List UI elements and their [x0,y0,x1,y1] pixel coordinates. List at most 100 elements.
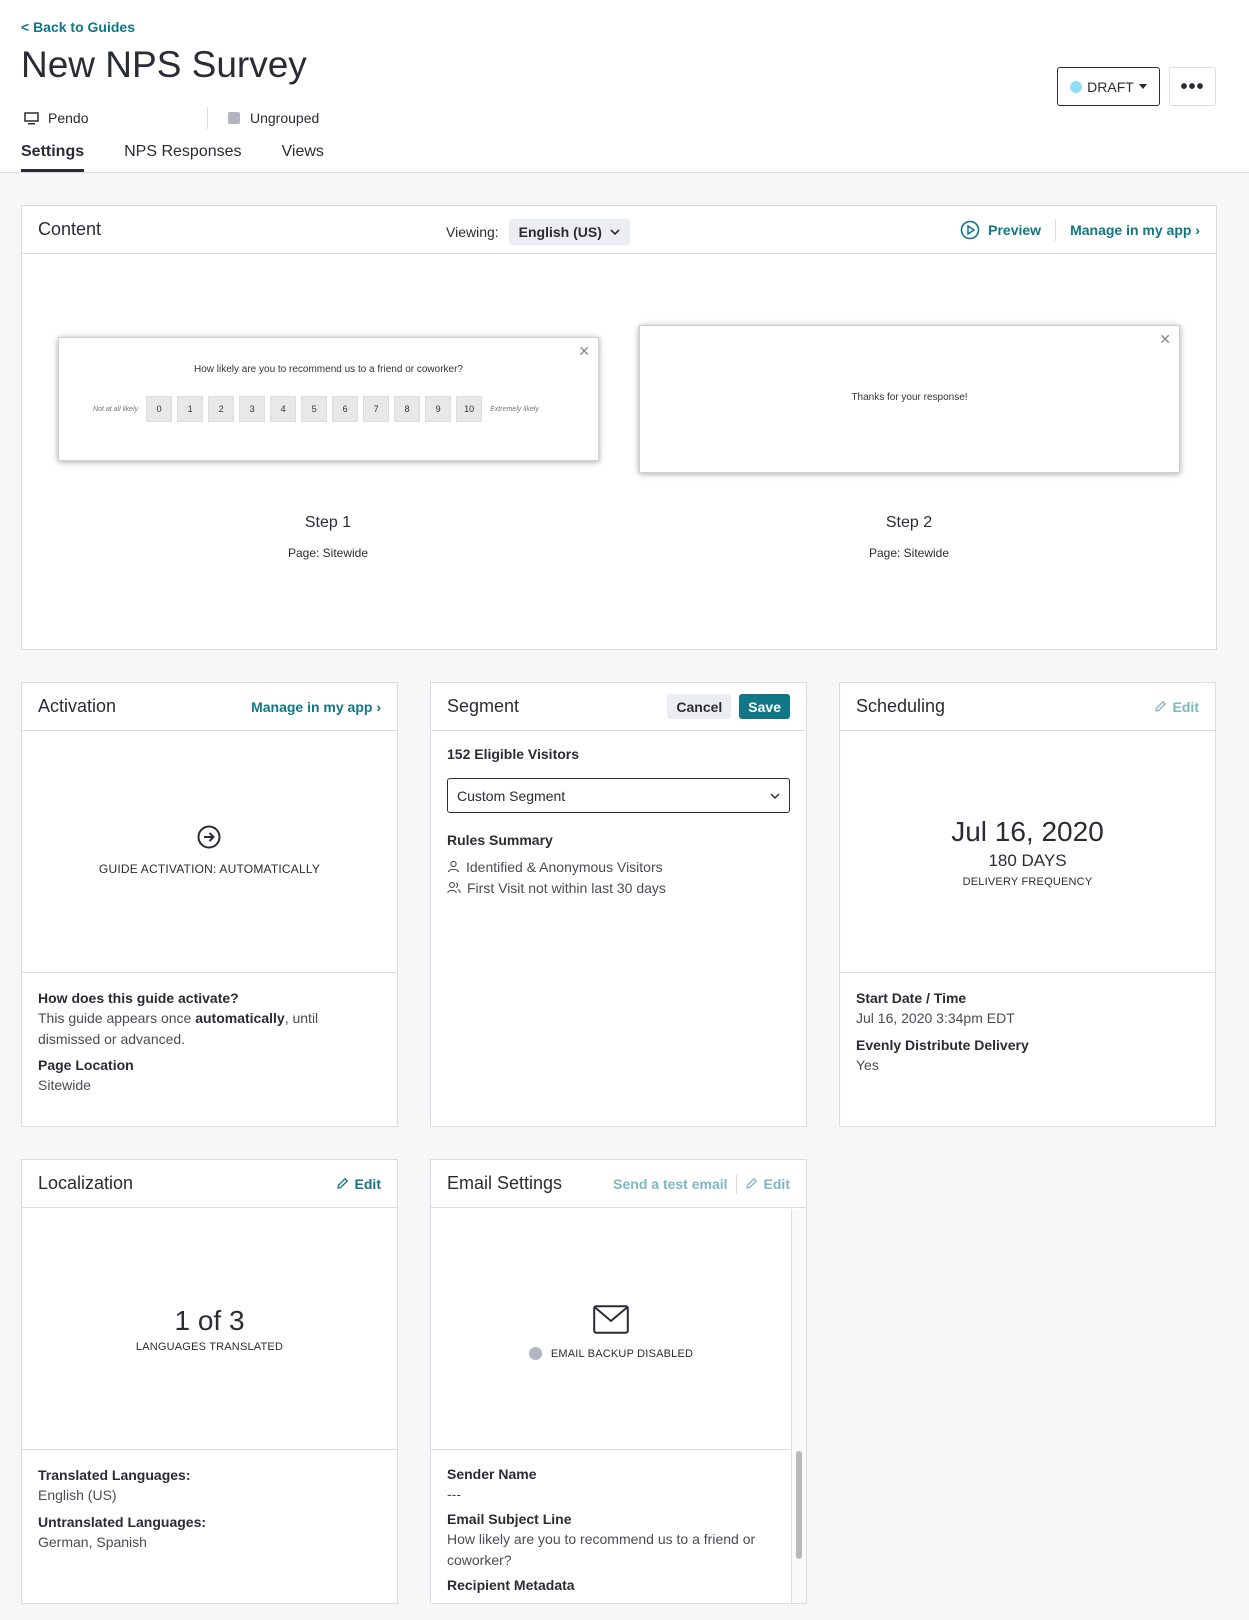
languages-count: 1 of 3 [174,1305,245,1336]
pencil-icon [336,1177,348,1189]
tab-nps-responses[interactable]: NPS Responses [124,143,241,172]
activation-manage-link[interactable]: Manage in my app › [251,699,381,715]
nps-high-label: Extremely likely [490,405,539,413]
tab-views[interactable]: Views [282,143,324,172]
eligible-visitors: 152 Eligible Visitors [447,746,580,762]
users-icon [447,882,461,894]
group-indicator[interactable]: Ungrouped [228,110,319,126]
nps-score-box: 3 [239,396,266,422]
disabled-dot-icon [528,1347,542,1360]
caret-down-icon [1138,84,1147,89]
save-button[interactable]: Save [739,694,790,719]
step-1-caption: Step 1 Page: Sitewide [58,514,598,560]
arrow-right-circle-icon [197,825,221,849]
manage-in-app-link[interactable]: Manage in my app › [1070,222,1200,238]
nps-score-box: 6 [332,396,359,422]
nps-score-box: 7 [363,396,390,422]
page-header: < Back to Guides New NPS Survey Pendo Un… [0,0,1249,173]
languages-translated-label: LANGUAGES TRANSLATED [135,1341,284,1353]
email-edit-button[interactable]: Edit [745,1176,790,1192]
localization-edit-button[interactable]: Edit [336,1176,381,1192]
nps-score-box: 0 [146,396,173,422]
localization-summary: 1 of 3 LANGUAGES TRANSLATED [22,1209,397,1450]
step-2-preview[interactable]: ✕ Thanks for your response! [639,325,1180,473]
email-scrollbar[interactable] [791,1209,806,1603]
scheduling-details: Start Date / Time Jul 16, 2020 3:34pm ED… [856,990,1201,1076]
user-icon [447,860,460,873]
distribute-label: Evenly Distribute Delivery [856,1037,1029,1053]
segment-actions: Cancel Save [667,694,790,719]
step-1-preview[interactable]: ✕ How likely are you to recommend us to … [58,337,599,461]
scheduling-card: Scheduling Edit Jul 16, 2020 180 DAYS DE… [839,682,1216,1127]
action-divider [735,1173,737,1194]
step-2-caption: Step 2 Page: Sitewide [639,514,1179,560]
localization-details: Translated Languages: English (US) Untra… [38,1467,383,1553]
meta-divider [207,107,208,129]
subject-line-value: How likely are you to recommend us to a … [447,1531,756,1568]
nps-scale: Not at all likely 0 1 2 3 4 5 6 7 8 9 10… [93,396,539,422]
step-2-name: Step 2 [885,514,933,531]
untranslated-languages-value: German, Spanish [38,1534,147,1550]
thanks-message: Thanks for your response! [851,392,968,403]
segment-card: Segment Cancel Save 152 Eligible Visitor… [430,682,807,1127]
rule-item: Identified & Anonymous Visitors [447,856,666,877]
step-1-name: Step 1 [304,514,352,531]
scrollbar-thumb[interactable] [796,1451,802,1559]
preview-link[interactable]: Preview [960,220,1041,240]
play-circle-icon [960,220,980,239]
nps-score-box: 4 [270,396,297,422]
email-backup-status: EMAIL BACKUP DISABLED [431,1347,791,1360]
status-label: DRAFT [1087,78,1134,95]
nps-score-box: 5 [301,396,328,422]
step-2-page: Page: Sitewide [868,546,950,560]
send-test-email-link[interactable]: Send a test email [613,1176,727,1192]
how-activate-prefix: This guide appears once [38,1010,196,1026]
email-card-header: Email Settings Send a test email Edit [431,1160,806,1208]
scheduling-edit-button[interactable]: Edit [1154,699,1199,715]
translated-languages-label: Translated Languages: [38,1467,191,1483]
translated-languages-value: English (US) [38,1487,117,1503]
language-select[interactable]: English (US) [508,219,630,245]
activation-card: Activation Manage in my app › GUIDE ACTI… [21,682,398,1127]
desktop-icon [24,111,39,124]
rule-item: First Visit not within last 30 days [447,877,666,898]
email-actions: Send a test email Edit [613,1173,790,1194]
status-dot-icon [1070,80,1083,93]
close-icon: ✕ [1159,331,1171,347]
email-settings-card: Email Settings Send a test email Edit EM… [430,1159,807,1604]
activation-details: How does this guide activate? This guide… [38,990,383,1096]
group-color-swatch [228,112,240,124]
untranslated-languages-label: Untranslated Languages: [38,1514,207,1530]
scheduling-card-header: Scheduling Edit [840,683,1215,731]
segment-title: Segment [447,696,520,716]
language-value: English (US) [518,224,602,240]
tab-bar: Settings NPS Responses Views [21,143,324,172]
localization-title: Localization [38,1173,134,1193]
pencil-icon [1154,700,1166,712]
status-dropdown-button[interactable]: DRAFT [1057,67,1160,106]
segment-select[interactable]: Custom Segment [447,778,790,813]
rule-text: First Visit not within last 30 days [467,879,666,896]
scheduling-title: Scheduling [856,696,946,716]
content-title: Content [38,219,102,239]
tab-settings[interactable]: Settings [21,143,85,172]
content-actions: Preview Manage in my app › [960,218,1200,241]
scheduling-edit-label: Edit [1172,698,1199,715]
schedule-date: Jul 16, 2020 [951,816,1104,847]
page-location-value: Sitewide [38,1077,91,1093]
schedule-block: Jul 16, 2020 180 DAYS DELIVERY FREQUENCY [840,816,1215,888]
cancel-button[interactable]: Cancel [667,694,732,719]
close-icon: ✕ [578,343,590,359]
page-title: New NPS Survey [21,44,307,85]
group-name: Ungrouped [250,110,320,126]
more-options-button[interactable]: ••• [1169,67,1216,106]
languages-block: 1 of 3 LANGUAGES TRANSLATED [22,1305,397,1353]
nps-score-box: 8 [394,396,421,422]
how-activate-text: This guide appears once automatically, u… [38,1008,383,1050]
nps-low-label: Not at all likely [93,405,139,413]
content-card-header: Content Viewing: English (US) Preview Ma… [22,206,1216,254]
segment-select-value: Custom Segment [457,787,566,804]
back-to-guides-link[interactable]: < Back to Guides [21,19,135,35]
preview-label: Preview [988,221,1042,238]
viewing-label: Viewing: [446,224,499,240]
